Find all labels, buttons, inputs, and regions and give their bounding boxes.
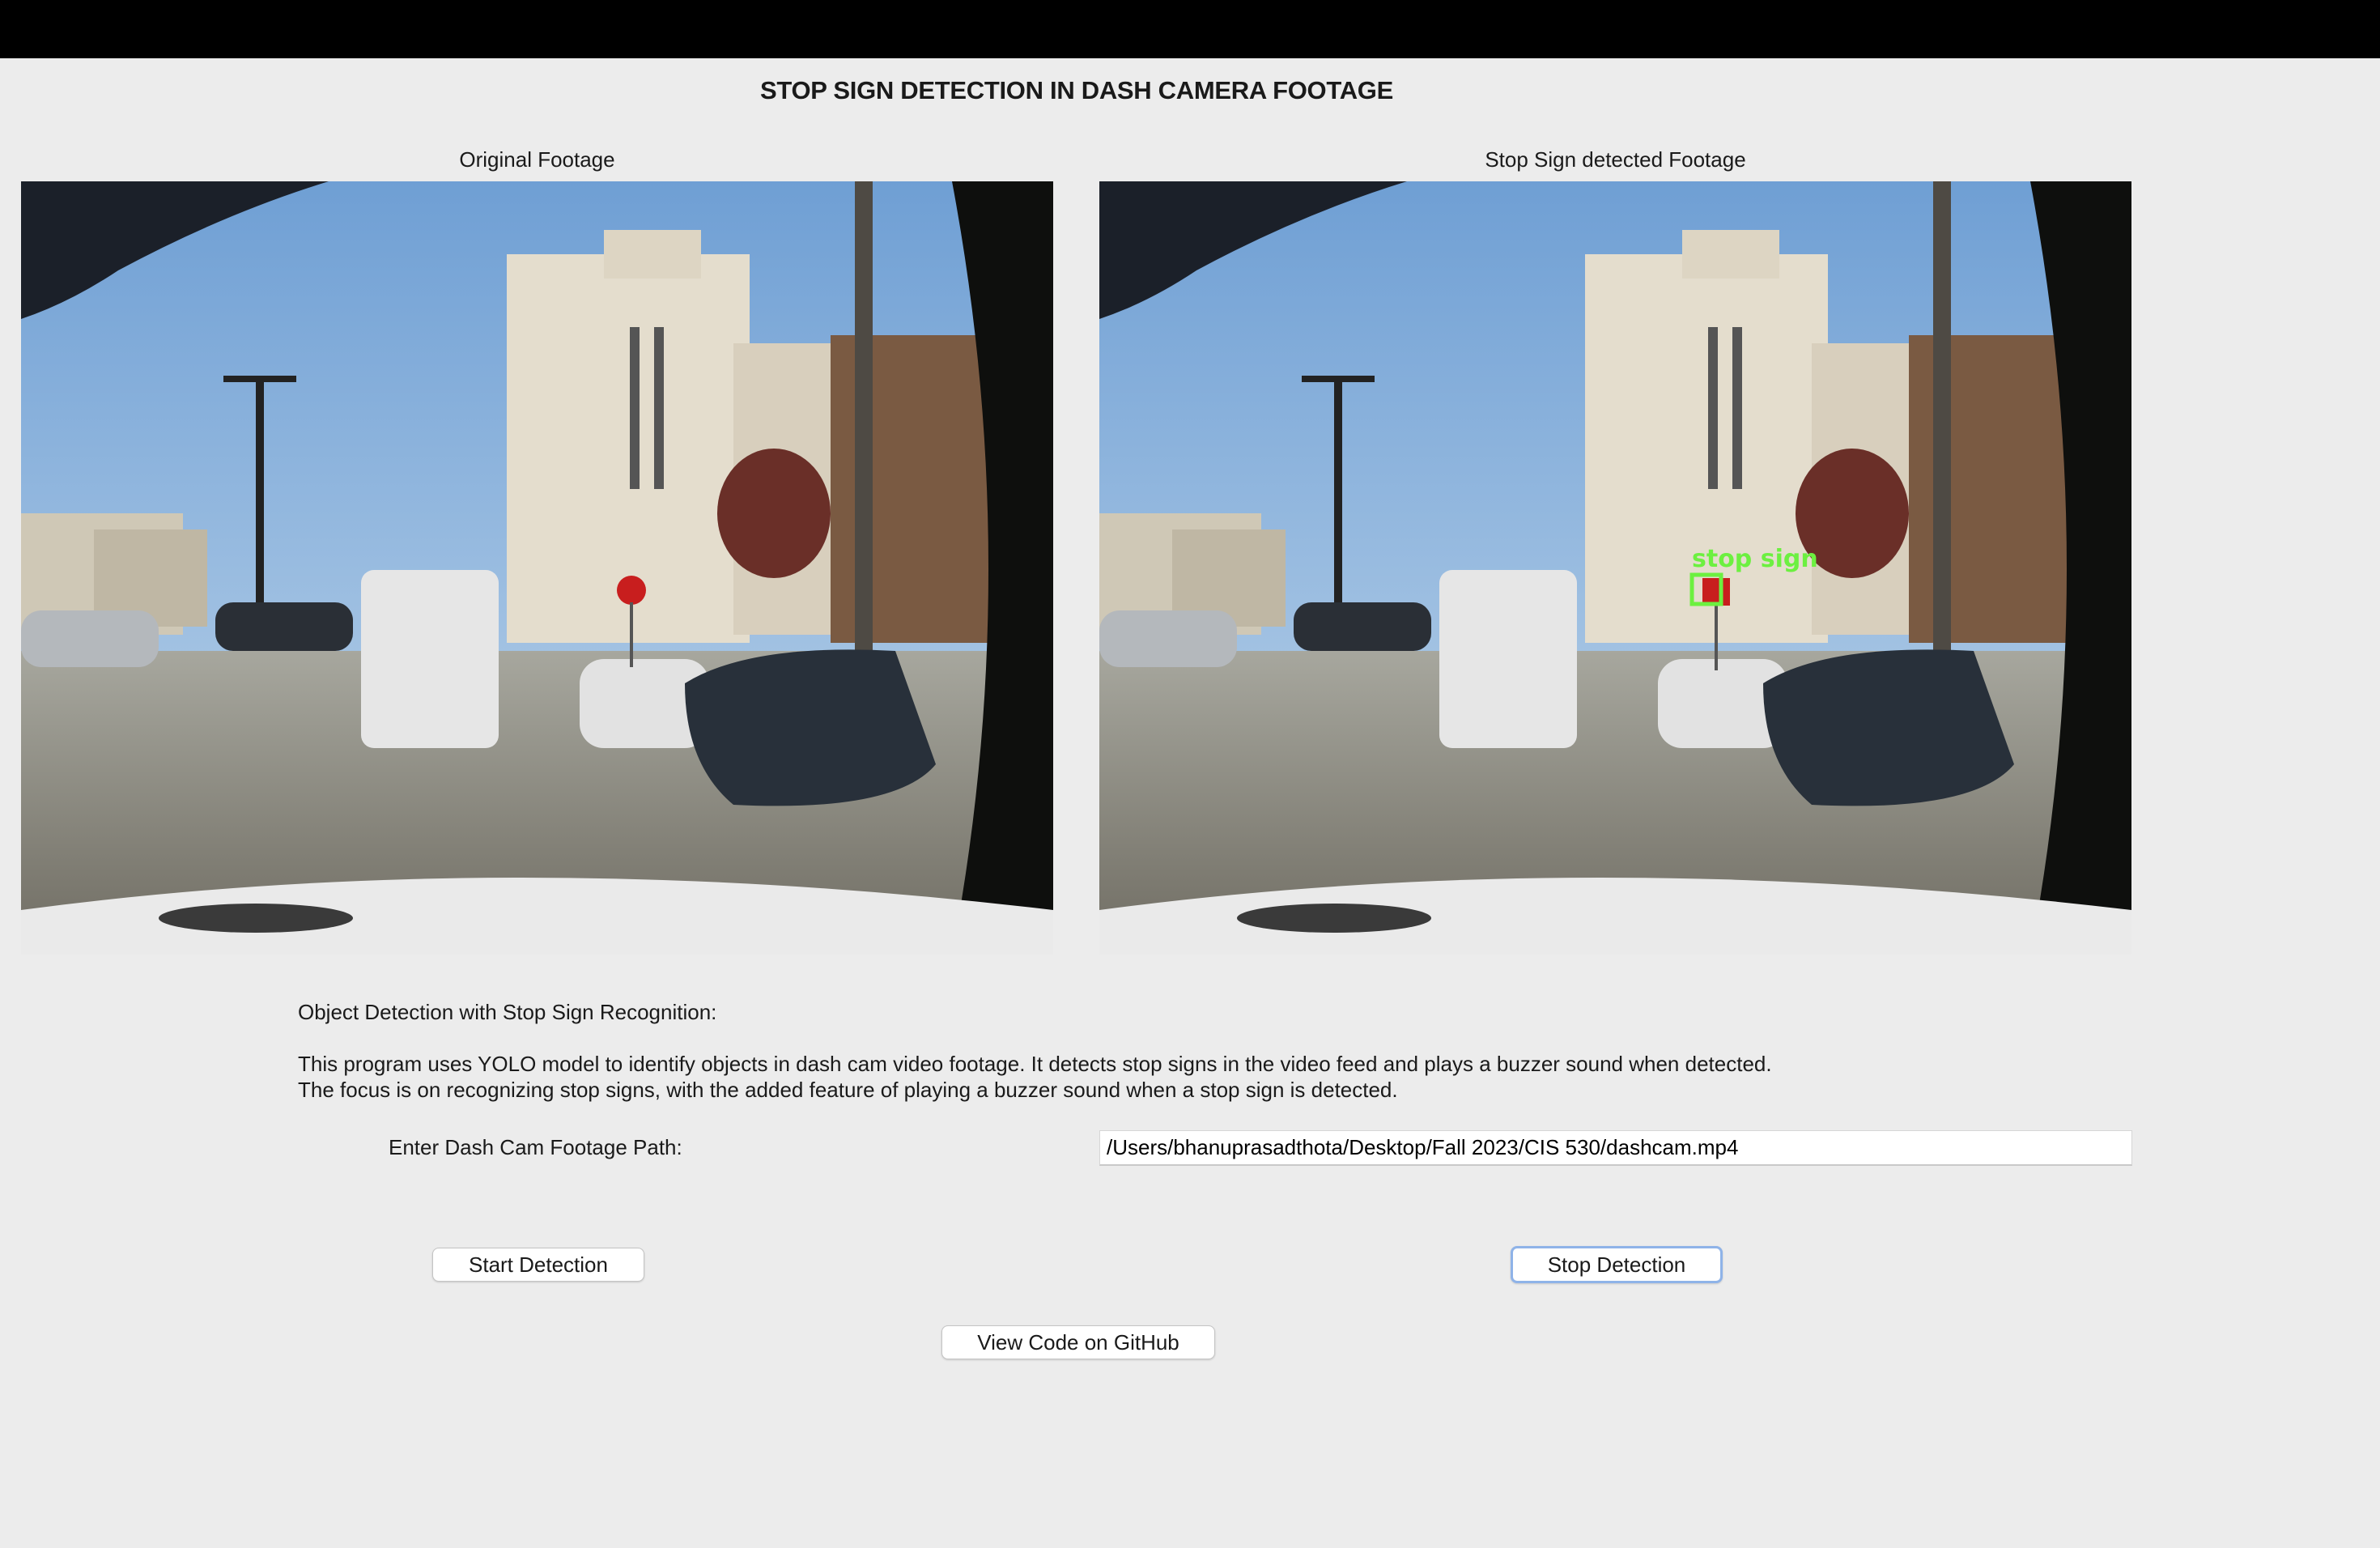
window-top-bar <box>0 0 2380 58</box>
description-line-2: The focus is on recognizing stop signs, … <box>298 1078 1398 1102</box>
description-heading: Object Detection with Stop Sign Recognit… <box>298 1000 717 1024</box>
stop-detection-button[interactable]: Stop Detection <box>1511 1246 1723 1283</box>
view-code-github-button[interactable]: View Code on GitHub <box>941 1325 1215 1359</box>
stop-sign-detection-label: stop sign <box>1692 545 1818 573</box>
original-footage-frame <box>21 181 1053 955</box>
footage-path-input[interactable] <box>1099 1130 2132 1166</box>
detected-footage-image: stop sign <box>1099 181 2131 955</box>
detected-footage-frame: stop sign <box>1099 181 2131 955</box>
page-title: STOP SIGN DETECTION IN DASH CAMERA FOOTA… <box>760 76 1393 104</box>
description-text: This program uses YOLO model to identify… <box>298 1051 1772 1103</box>
footage-path-label: Enter Dash Cam Footage Path: <box>389 1135 682 1159</box>
detected-footage-caption: Stop Sign detected Footage <box>1485 147 1746 172</box>
original-footage-caption: Original Footage <box>459 147 615 172</box>
description-line-1: This program uses YOLO model to identify… <box>298 1052 1772 1076</box>
start-detection-button[interactable]: Start Detection <box>432 1248 644 1282</box>
original-footage-image <box>21 181 1053 955</box>
